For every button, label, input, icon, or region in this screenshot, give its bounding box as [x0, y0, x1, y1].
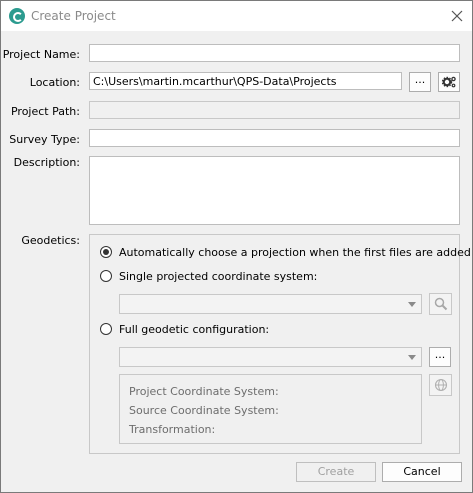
location-input[interactable]: C:\Users\martin.mcarthur\QPS-Data\Projec…: [89, 72, 402, 90]
gears-icon: [441, 76, 456, 88]
transformation-text: Transformation:: [129, 423, 216, 436]
geodetics-label: Geodetics:: [21, 234, 80, 247]
projected-cs-select: [119, 294, 422, 314]
geodetic-config-browse-button[interactable]: ...: [429, 347, 451, 367]
single-projected-radio[interactable]: [100, 270, 112, 282]
source-cs-text: Source Coordinate System:: [129, 404, 279, 417]
full-geodetic-label[interactable]: Full geodetic configuration:: [119, 323, 269, 336]
single-projected-label[interactable]: Single projected coordinate system:: [119, 270, 317, 283]
create-project-dialog: Create Project Project Name: Location: C…: [0, 0, 473, 493]
window-title: Create Project: [31, 9, 116, 23]
auto-projection-label[interactable]: Automatically choose a projection when t…: [119, 246, 471, 259]
project-path-label: Project Path:: [10, 105, 80, 118]
globe-icon: [434, 378, 447, 392]
chevron-down-icon: [408, 355, 416, 360]
app-logo-icon: [9, 8, 25, 24]
geodetic-config-select: [119, 347, 422, 367]
title-bar: Create Project: [1, 1, 472, 31]
search-projection-button: [429, 293, 452, 315]
project-path-field: [89, 101, 460, 119]
geodetic-info-box: Project Coordinate System: Source Coordi…: [119, 374, 422, 444]
create-button[interactable]: Create: [296, 462, 376, 482]
description-label: Description:: [13, 156, 80, 169]
chevron-down-icon: [408, 302, 416, 307]
project-name-label: Project Name:: [2, 48, 80, 61]
full-geodetic-radio[interactable]: [100, 323, 112, 335]
close-button[interactable]: [445, 4, 469, 28]
project-name-input[interactable]: [89, 44, 460, 62]
auto-projection-radio[interactable]: [100, 246, 112, 258]
location-label: Location:: [29, 76, 80, 89]
search-icon: [434, 297, 447, 311]
close-icon: [451, 10, 463, 22]
cancel-button[interactable]: Cancel: [382, 462, 462, 482]
project-cs-text: Project Coordinate System:: [129, 385, 279, 398]
globe-button: [429, 374, 452, 396]
location-settings-button[interactable]: [438, 72, 460, 92]
survey-type-label: Survey Type:: [9, 133, 80, 146]
description-textarea[interactable]: [89, 156, 460, 225]
survey-type-input[interactable]: [89, 129, 460, 147]
location-browse-button[interactable]: ...: [409, 72, 431, 92]
